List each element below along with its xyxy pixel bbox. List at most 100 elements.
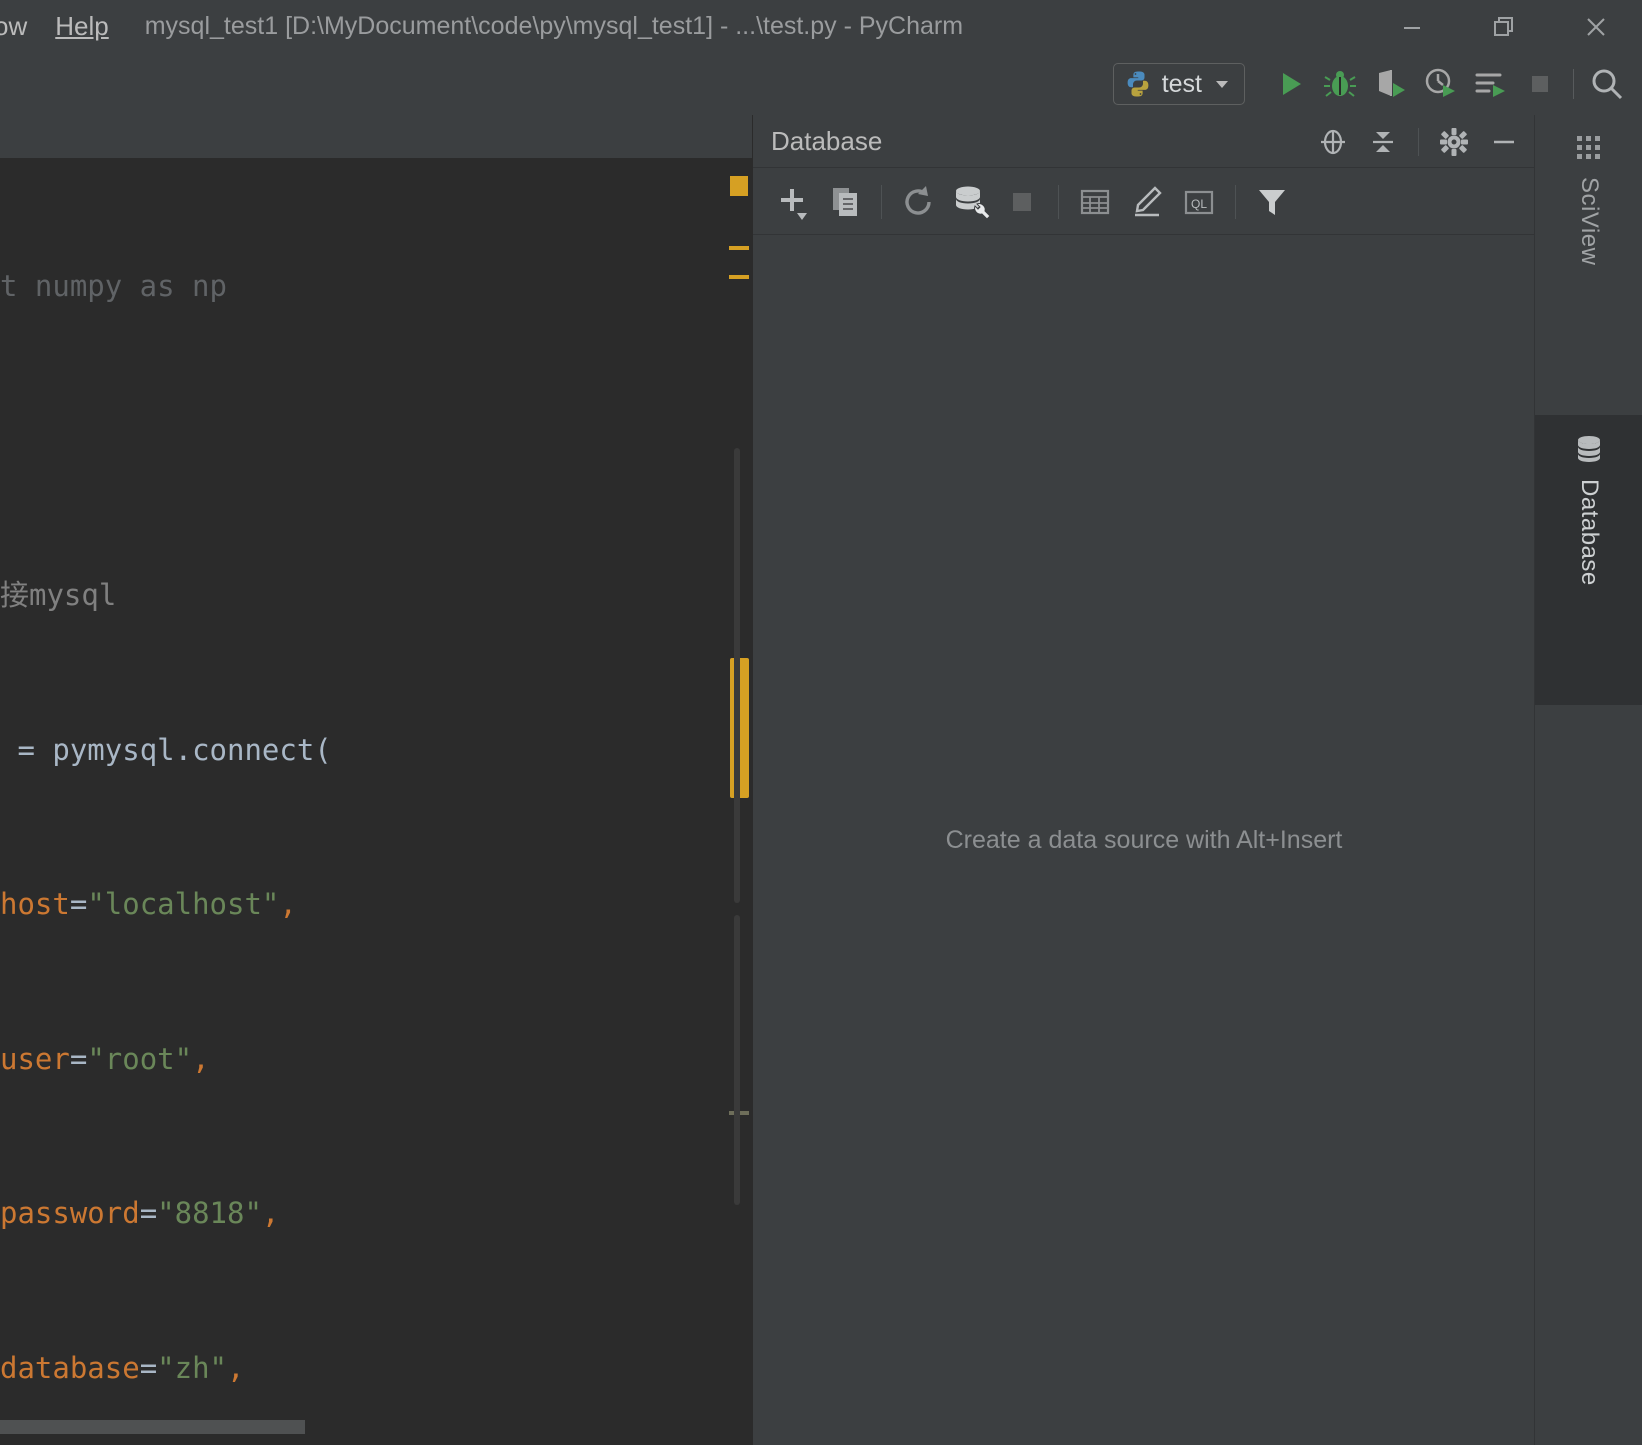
db-wrench-icon [956, 186, 990, 220]
toolbar-separator [1235, 184, 1236, 219]
coverage-icon [1379, 70, 1405, 97]
stripe-warning-tick[interactable] [729, 246, 749, 250]
code-line: t numpy as np [0, 261, 726, 313]
query-console-button[interactable]: QL [1173, 176, 1225, 228]
refresh-button[interactable] [892, 176, 944, 228]
sidebar-tab-sciview-label: SciView [1576, 177, 1603, 266]
pycharm-window: ow Help mysql_test1 [D:\MyDocument\code\… [0, 0, 1642, 1445]
duplicate-button[interactable] [819, 176, 871, 228]
code-line: database="zh", [0, 1343, 726, 1393]
code-token-comma: , [227, 1350, 245, 1385]
title-bar: ow Help mysql_test1 [D:\MyDocument\code\… [0, 0, 1642, 53]
grid-icon [1577, 136, 1600, 159]
code-token-kwarg-host: host [0, 887, 70, 921]
editor-horizontal-scrollbar[interactable] [0, 1392, 752, 1445]
datasource-properties-button[interactable] [944, 176, 996, 228]
modify-button[interactable] [1121, 176, 1173, 228]
code-token-comma: , [192, 1041, 210, 1076]
debug-button[interactable] [1315, 59, 1365, 109]
bug-icon [1324, 71, 1356, 97]
funnel-icon [1259, 189, 1285, 215]
code-token-equals: = [139, 1350, 158, 1385]
stop-square-icon [1013, 192, 1031, 211]
run-console-icon [1475, 73, 1505, 97]
run-console-button[interactable] [1465, 59, 1515, 109]
code-line: user="root", [0, 1034, 726, 1086]
locate-icon [1321, 129, 1345, 154]
editor-tab-strip [0, 115, 752, 158]
stripe-error-marker[interactable] [730, 176, 748, 196]
code-editor[interactable]: t numpy as np 接mysql = pymysql.connect( … [0, 115, 752, 1392]
database-panel-title: Database [771, 125, 883, 156]
run-coverage-button[interactable] [1365, 59, 1415, 109]
sidebar-tab-sciview[interactable]: SciView [1535, 115, 1642, 415]
database-empty-state: Create a data source with Alt+Insert [753, 236, 1535, 1445]
right-tool-strip: SciView Database [1534, 115, 1642, 1445]
run-configuration-selector[interactable]: test [1112, 63, 1245, 105]
code-token-kwarg-database: database [0, 1350, 140, 1385]
minimize-icon [1404, 26, 1420, 29]
locate-button[interactable] [1310, 119, 1356, 165]
window-controls [1366, 0, 1642, 53]
open-table-editor-button[interactable] [1069, 176, 1121, 228]
database-icon [1578, 436, 1600, 462]
run-button[interactable] [1265, 59, 1315, 109]
database-panel-header: Database [753, 115, 1535, 168]
code-token-equals: = [69, 887, 88, 921]
search-icon [1592, 69, 1623, 100]
refresh-icon [905, 185, 931, 215]
toolbar-separator [881, 184, 882, 219]
database-toolbar: QL [753, 169, 1535, 235]
code-token-value-user: "root" [87, 1041, 193, 1076]
code-token-value-password: "8818" [157, 1196, 262, 1230]
stop-query-button[interactable] [996, 176, 1048, 228]
code-token-equals: = [139, 1196, 158, 1230]
python-icon [1127, 71, 1149, 97]
menu-help[interactable]: Help [41, 0, 122, 53]
main-toolbar: test [0, 53, 1642, 115]
stripe-warning-tick[interactable] [729, 275, 749, 279]
code-line: host="localhost", [0, 879, 726, 931]
minimize-icon [1494, 140, 1514, 143]
hide-panel-button[interactable] [1481, 119, 1527, 165]
restore-button[interactable] [1458, 0, 1550, 53]
copy-icon [833, 187, 857, 216]
code-token-value-database: "zh" [157, 1350, 227, 1385]
menu-window[interactable]: ow [0, 0, 41, 53]
stop-icon [1532, 76, 1548, 92]
code-token-kwarg-password: password [0, 1196, 140, 1230]
svg-text:QL: QL [1191, 197, 1207, 211]
code-token-equals: = [69, 1041, 88, 1076]
plus-icon [781, 188, 807, 220]
settings-button[interactable] [1431, 119, 1477, 165]
editor-horizontal-scrollbar-thumb[interactable] [0, 1420, 305, 1434]
collapse-all-button[interactable] [1360, 119, 1406, 165]
editor-scroll-track-lower[interactable] [734, 915, 740, 1205]
collapse-all-icon [1373, 131, 1393, 152]
code-line: 接mysql [0, 570, 726, 622]
main-content: t numpy as np 接mysql = pymysql.connect( … [0, 115, 1642, 1445]
profile-button[interactable] [1415, 59, 1465, 109]
code-token-value-host: "localhost" [87, 887, 280, 921]
play-icon [1283, 73, 1301, 95]
minimize-button[interactable] [1366, 0, 1458, 53]
code-token-connect-call: pymysql.connect( [52, 732, 332, 767]
filter-button[interactable] [1246, 176, 1298, 228]
add-data-source-button[interactable] [767, 176, 819, 228]
code-token-kwarg-user: user [0, 1041, 70, 1076]
code-line: password="8818", [0, 1188, 726, 1240]
code-text[interactable]: t numpy as np 接mysql = pymysql.connect( … [0, 158, 726, 1392]
header-separator [1418, 127, 1419, 156]
code-token-comment-connect: 接mysql [0, 578, 117, 612]
gear-icon [1440, 127, 1468, 156]
ql-icon: QL [1184, 190, 1214, 214]
sidebar-tab-database[interactable]: Database [1535, 415, 1642, 705]
search-everywhere-button[interactable] [1582, 59, 1632, 109]
run-configuration-label: test [1161, 69, 1202, 98]
toolbar-separator [1573, 69, 1574, 99]
database-empty-message: Create a data source with Alt+Insert [945, 826, 1343, 854]
stop-button[interactable] [1515, 59, 1565, 109]
editor-scroll-track-upper[interactable] [734, 448, 740, 903]
close-button[interactable] [1550, 0, 1642, 53]
restore-icon [1494, 16, 1513, 36]
